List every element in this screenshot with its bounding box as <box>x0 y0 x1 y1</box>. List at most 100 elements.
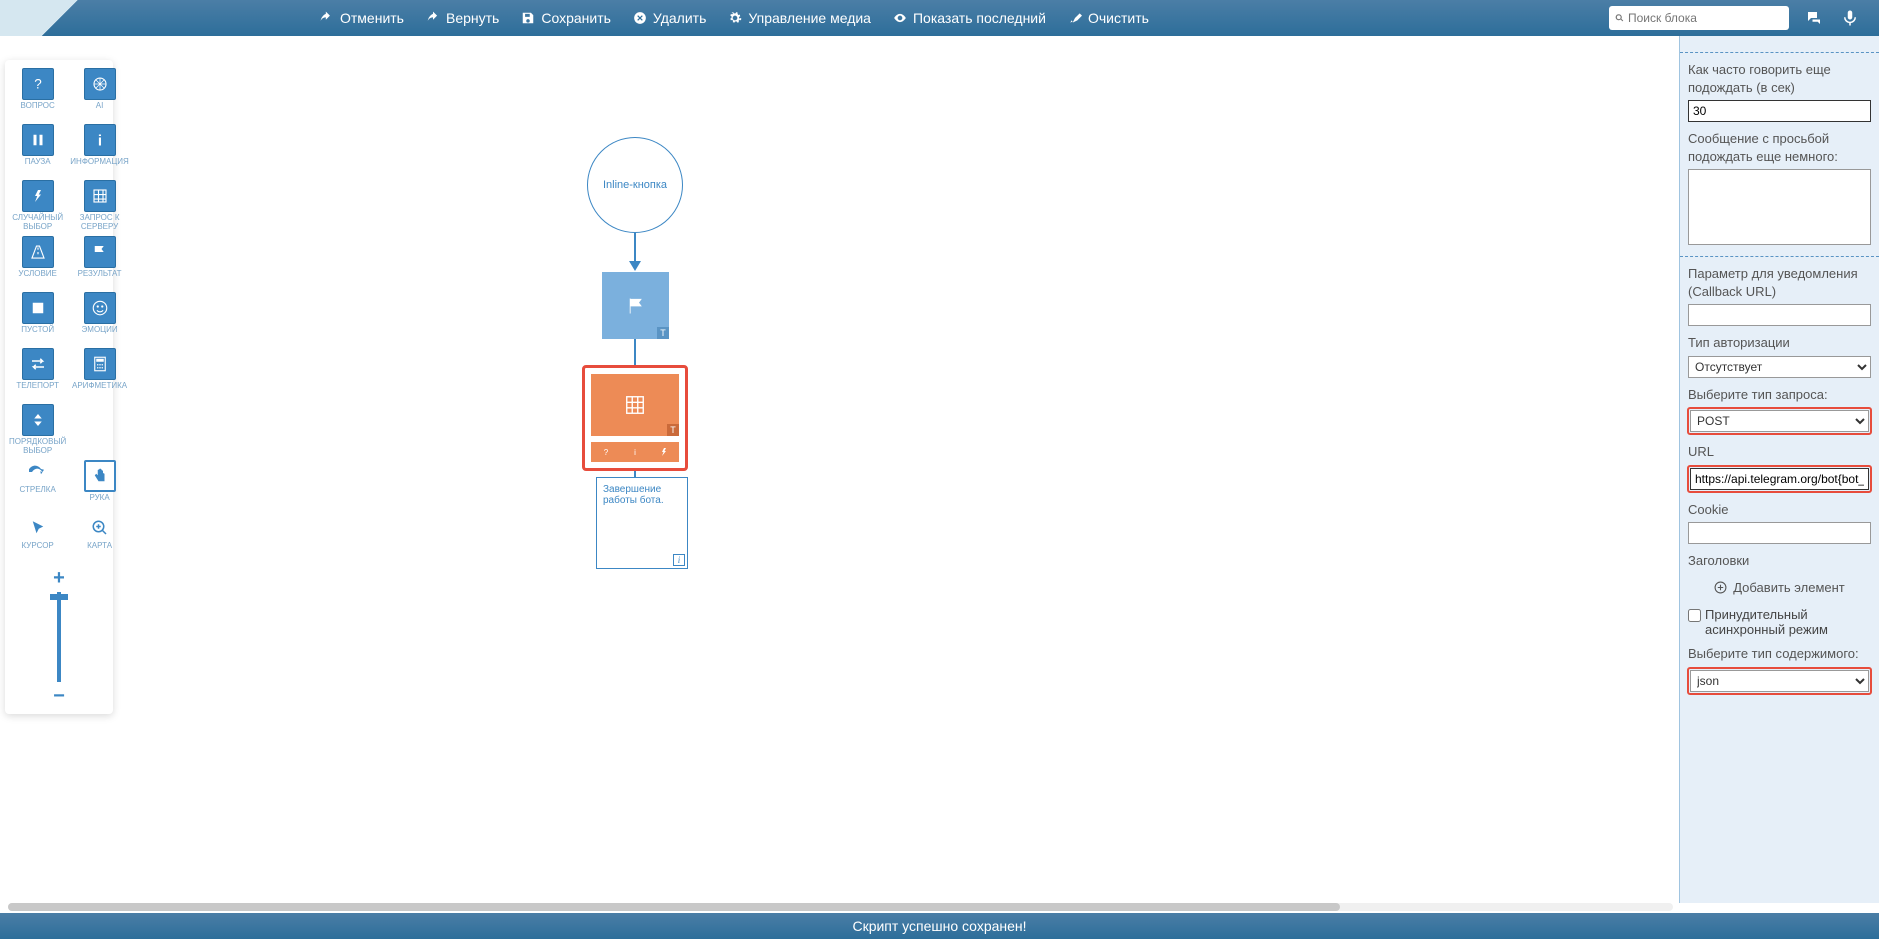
mic-icon[interactable] <box>1841 9 1859 27</box>
callback-input[interactable] <box>1688 304 1871 326</box>
palette-result[interactable]: РЕЗУЛЬТАТ <box>70 236 129 290</box>
save-icon <box>521 11 535 25</box>
topbar-right <box>1805 9 1859 27</box>
flow-canvas[interactable]: Inline-кнопка T T ? i Завершение работы … <box>0 36 1679 903</box>
redo-button[interactable]: Вернуть <box>426 10 499 26</box>
palette-condition[interactable]: УСЛОВИЕ <box>9 236 66 290</box>
undo-button[interactable]: Отменить <box>320 10 404 26</box>
search-wrap[interactable] <box>1609 6 1789 30</box>
force-async-check[interactable]: Принудительный асинхронный режим <box>1688 607 1871 637</box>
url-label: URL <box>1688 443 1871 461</box>
status-bar: Скрипт успешно сохранен! <box>0 913 1879 939</box>
palette-random[interactable]: СЛУЧАЙНЫЙ ВЫБОР <box>9 180 66 234</box>
smile-icon <box>91 299 109 317</box>
hand-icon <box>91 467 109 485</box>
palette-request[interactable]: ЗАПРОС К СЕРВЕРУ <box>70 180 129 234</box>
chat-icon[interactable] <box>1805 9 1823 27</box>
question-icon: ? <box>29 75 47 93</box>
palette-ordinal[interactable]: ПОРЯДКОВЫЙ ВЫБОР <box>9 404 66 458</box>
road-icon <box>29 243 47 261</box>
flag-icon <box>91 243 109 261</box>
search-icon <box>1615 12 1624 24</box>
result-block[interactable]: T <box>602 272 669 339</box>
zoom-slider[interactable]: + − <box>9 568 109 706</box>
media-button[interactable]: Управление медиа <box>728 10 871 26</box>
grid-icon <box>624 394 646 416</box>
freq-input[interactable] <box>1688 100 1871 122</box>
freq-label: Как часто говорить еще подождать (в сек) <box>1688 61 1871 96</box>
flag-icon <box>624 296 648 316</box>
show-last-button[interactable]: Показать последний <box>893 10 1046 26</box>
canvas-hscrollbar[interactable] <box>8 903 1673 911</box>
clear-label: Очистить <box>1088 10 1149 26</box>
zoom-track[interactable] <box>57 592 61 682</box>
properties-panel: Как часто говорить еще подождать (в сек)… <box>1679 36 1879 903</box>
gear-icon <box>728 11 742 25</box>
tool-hand[interactable]: РУКА <box>70 460 129 514</box>
url-highlight <box>1687 465 1872 493</box>
palette-teleport[interactable]: ТЕЛЕПОРТ <box>9 348 66 402</box>
redo-label: Вернуть <box>446 10 499 26</box>
delete-icon <box>633 11 647 25</box>
undo-label: Отменить <box>340 10 404 26</box>
tool-cursor[interactable]: КУРСОР <box>9 516 66 562</box>
url-input[interactable] <box>1690 468 1869 490</box>
show-last-label: Показать последний <box>913 10 1046 26</box>
zoom-minus[interactable]: − <box>53 686 65 706</box>
redo-icon <box>426 11 440 25</box>
headers-label: Заголовки <box>1688 552 1871 570</box>
palette-pause[interactable]: ПАУЗА <box>9 124 66 178</box>
waitmsg-textarea[interactable] <box>1688 169 1871 245</box>
search-input[interactable] <box>1628 11 1783 25</box>
zoom-plus[interactable]: + <box>53 568 65 588</box>
auth-select[interactable]: Отсутствует <box>1688 356 1871 378</box>
eye-icon <box>893 11 907 25</box>
force-async-label: Принудительный асинхронный режим <box>1705 607 1871 637</box>
request-block-selected[interactable]: T ? i <box>582 365 688 471</box>
palette-empty[interactable]: ПУСТОЙ <box>9 292 66 346</box>
request-block-body[interactable]: T <box>591 374 679 436</box>
start-node[interactable]: Inline-кнопка <box>587 137 683 233</box>
add-header-button[interactable]: Добавить элемент <box>1688 574 1871 601</box>
arrowhead-1 <box>629 261 641 271</box>
palette-info[interactable]: iИНФОРМАЦИЯ <box>70 124 129 178</box>
reqtype-label: Выберите тип запроса: <box>1688 386 1871 404</box>
ctype-select[interactable]: json <box>1690 670 1869 692</box>
palette-arithmetic[interactable]: АРИФМЕТИКА <box>70 348 129 402</box>
delete-button[interactable]: Удалить <box>633 10 706 26</box>
pause-icon <box>29 131 47 149</box>
force-async-checkbox[interactable] <box>1688 609 1701 622</box>
save-button[interactable]: Сохранить <box>521 10 611 26</box>
block-palette: ?ВОПРОС AI ПАУЗА iИНФОРМАЦИЯ СЛУЧАЙНЫЙ В… <box>5 60 113 714</box>
scrollbar-thumb[interactable] <box>8 903 1340 911</box>
reqtype-highlight: POST <box>1687 407 1872 435</box>
cookie-input[interactable] <box>1688 522 1871 544</box>
tool-arrow[interactable]: СТРЕЛКА <box>9 460 66 514</box>
q-icon[interactable]: ? <box>600 446 612 458</box>
edge-2 <box>634 339 636 365</box>
i-icon[interactable]: i <box>629 446 641 458</box>
branch-icon[interactable] <box>658 446 670 458</box>
note-text: Завершение работы бота. <box>603 484 664 506</box>
callback-label: Параметр для уведомления (Callback URL) <box>1688 265 1871 300</box>
info-icon: i <box>91 131 109 149</box>
reqtype-select[interactable]: POST <box>1690 410 1869 432</box>
block2-tag: T <box>667 424 679 436</box>
svg-text:i: i <box>634 448 636 457</box>
info-note-block[interactable]: Завершение работы бота. i <box>596 477 688 569</box>
waitmsg-label: Сообщение с просьбой подождать еще немно… <box>1688 130 1871 165</box>
palette-ai[interactable]: AI <box>70 68 129 122</box>
palette-emotion[interactable]: ЭМОЦИИ <box>70 292 129 346</box>
grid-icon <box>91 187 109 205</box>
svg-text:?: ? <box>603 448 608 457</box>
plus-circle-icon <box>1714 581 1727 594</box>
zoom-thumb[interactable] <box>50 594 68 600</box>
undo-icon <box>320 11 334 25</box>
cursor-icon <box>29 519 47 537</box>
auth-label: Тип авторизации <box>1688 334 1871 352</box>
tool-map[interactable]: КАРТА <box>70 516 129 562</box>
delete-label: Удалить <box>653 10 706 26</box>
media-label: Управление медиа <box>748 10 871 26</box>
clear-button[interactable]: Очистить <box>1068 10 1149 26</box>
palette-question[interactable]: ?ВОПРОС <box>9 68 66 122</box>
